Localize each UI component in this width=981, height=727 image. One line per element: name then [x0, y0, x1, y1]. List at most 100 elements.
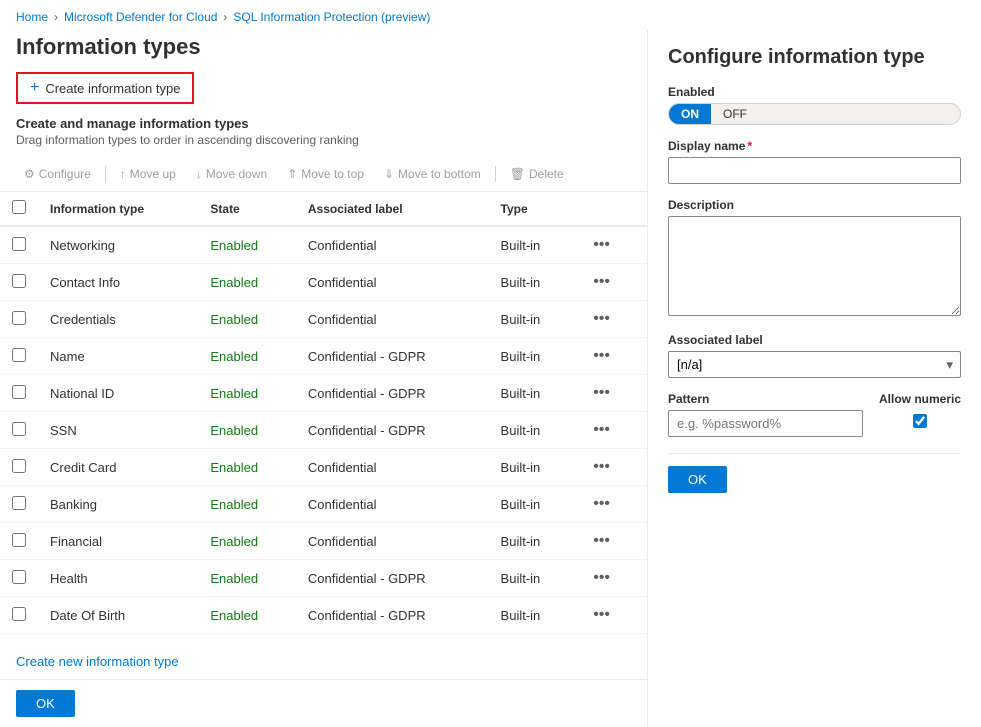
information-types-table: Information type State Associated label …	[0, 192, 647, 644]
row-checkbox[interactable]	[12, 311, 26, 325]
associated-label-label: Associated label	[668, 333, 961, 347]
row-name: SSN	[38, 412, 198, 449]
row-type: Built-in	[489, 486, 576, 523]
footer-link-area: Create new information type	[0, 644, 647, 679]
allow-numeric-col: Allow numeric	[879, 392, 961, 428]
breadcrumb-home[interactable]: Home	[16, 10, 48, 24]
breadcrumb-defender[interactable]: Microsoft Defender for Cloud	[64, 10, 217, 24]
move-up-button[interactable]: ↑ Move up	[112, 163, 184, 185]
row-more-button[interactable]: •••	[587, 604, 616, 626]
enabled-label: Enabled	[668, 85, 961, 99]
description-subtitle: Drag information types to order in ascen…	[16, 133, 631, 147]
move-to-top-button[interactable]: ⇑ Move to top	[279, 163, 372, 185]
row-more-button[interactable]: •••	[587, 308, 616, 330]
row-more-button[interactable]: •••	[587, 345, 616, 367]
right-panel: Configure information type Enabled ON OF…	[648, 30, 981, 727]
row-more-button[interactable]: •••	[587, 382, 616, 404]
allow-numeric-checkbox[interactable]	[913, 414, 927, 428]
row-more-button[interactable]: •••	[587, 530, 616, 552]
display-name-input[interactable]	[668, 157, 961, 184]
row-label: Confidential	[296, 449, 489, 486]
create-new-information-type-link[interactable]: Create new information type	[16, 654, 179, 669]
table-row: Contact Info Enabled Confidential Built-…	[0, 264, 647, 301]
move-up-icon: ↑	[120, 167, 126, 181]
row-state: Enabled	[198, 560, 295, 597]
row-state: Enabled	[198, 634, 295, 645]
delete-icon: 🗑	[510, 167, 525, 181]
table-row: SSN Enabled Confidential - GDPR Built-in…	[0, 412, 647, 449]
row-checkbox[interactable]	[12, 607, 26, 621]
row-checkbox[interactable]	[12, 274, 26, 288]
select-all-header	[0, 192, 38, 226]
row-more-button[interactable]: •••	[587, 271, 616, 293]
row-checkbox[interactable]	[12, 533, 26, 547]
row-checkbox[interactable]	[12, 237, 26, 251]
move-to-bottom-label: Move to bottom	[398, 167, 481, 181]
enabled-toggle[interactable]: ON OFF	[668, 103, 961, 125]
row-more-button[interactable]: •••	[587, 567, 616, 589]
page-title: Information types	[0, 30, 647, 72]
associated-label-select[interactable]: [n/a] Confidential Confidential - GDPR H…	[668, 351, 961, 378]
row-more-button[interactable]: •••	[587, 493, 616, 515]
row-checkbox[interactable]	[12, 496, 26, 510]
move-down-icon: ↓	[196, 167, 202, 181]
row-type: Built-in	[489, 560, 576, 597]
move-down-button[interactable]: ↓ Move down	[188, 163, 275, 185]
row-checkbox[interactable]	[12, 422, 26, 436]
row-type: Built-in	[489, 412, 576, 449]
col-state: State	[198, 192, 295, 226]
row-state: Enabled	[198, 523, 295, 560]
breadcrumb-sql[interactable]: SQL Information Protection (preview)	[233, 10, 430, 24]
move-to-bottom-icon: ⇓	[384, 167, 394, 181]
right-ok-button[interactable]: OK	[668, 466, 727, 493]
row-name: Financial	[38, 523, 198, 560]
row-name: Health	[38, 560, 198, 597]
row-type: Built-in	[489, 597, 576, 634]
enabled-field: Enabled ON OFF	[668, 85, 961, 125]
configure-label: Configure	[39, 167, 91, 181]
display-name-field: Display name*	[668, 139, 961, 184]
pattern-input[interactable]	[668, 410, 863, 437]
row-name: Date Of Birth	[38, 597, 198, 634]
row-type: Built-in	[489, 449, 576, 486]
row-label: Confidential	[296, 634, 489, 645]
select-all-checkbox[interactable]	[12, 200, 26, 214]
row-more-button[interactable]: •••	[587, 456, 616, 478]
table-row: Other Enabled Confidential Built-in •••	[0, 634, 647, 645]
move-to-bottom-button[interactable]: ⇓ Move to bottom	[376, 163, 489, 185]
pattern-label: Pattern	[668, 392, 863, 406]
pattern-col: Pattern	[668, 392, 863, 437]
row-more-button[interactable]: •••	[587, 419, 616, 441]
toolbar-divider-1	[105, 166, 106, 182]
ok-button[interactable]: OK	[16, 690, 75, 717]
table-container: Information type State Associated label …	[0, 192, 647, 644]
row-checkbox[interactable]	[12, 348, 26, 362]
row-checkbox[interactable]	[12, 385, 26, 399]
row-type: Built-in	[489, 226, 576, 264]
configure-button[interactable]: ⚙ Configure	[16, 163, 99, 185]
row-label: Confidential	[296, 486, 489, 523]
table-row: Health Enabled Confidential - GDPR Built…	[0, 560, 647, 597]
create-information-type-button[interactable]: + Create information type	[16, 72, 194, 104]
row-more-button[interactable]: •••	[587, 234, 616, 256]
row-label: Confidential - GDPR	[296, 560, 489, 597]
row-state: Enabled	[198, 597, 295, 634]
toggle-off[interactable]: OFF	[711, 104, 759, 124]
row-name: Other	[38, 634, 198, 645]
row-checkbox[interactable]	[12, 570, 26, 584]
row-label: Confidential	[296, 264, 489, 301]
row-type: Built-in	[489, 338, 576, 375]
row-label: Confidential - GDPR	[296, 597, 489, 634]
description-textarea[interactable]	[668, 216, 961, 316]
toolbar-divider-2	[495, 166, 496, 182]
toggle-on[interactable]: ON	[669, 104, 711, 124]
row-type: Built-in	[489, 264, 576, 301]
description-title: Create and manage information types	[16, 116, 631, 131]
delete-button[interactable]: 🗑 Delete	[502, 163, 572, 185]
associated-label-field: Associated label [n/a] Confidential Conf…	[668, 333, 961, 378]
table-row: Date Of Birth Enabled Confidential - GDP…	[0, 597, 647, 634]
table-row: National ID Enabled Confidential - GDPR …	[0, 375, 647, 412]
row-checkbox[interactable]	[12, 459, 26, 473]
allow-numeric-label: Allow numeric	[879, 392, 961, 406]
ok-btn-area: OK	[0, 679, 647, 727]
